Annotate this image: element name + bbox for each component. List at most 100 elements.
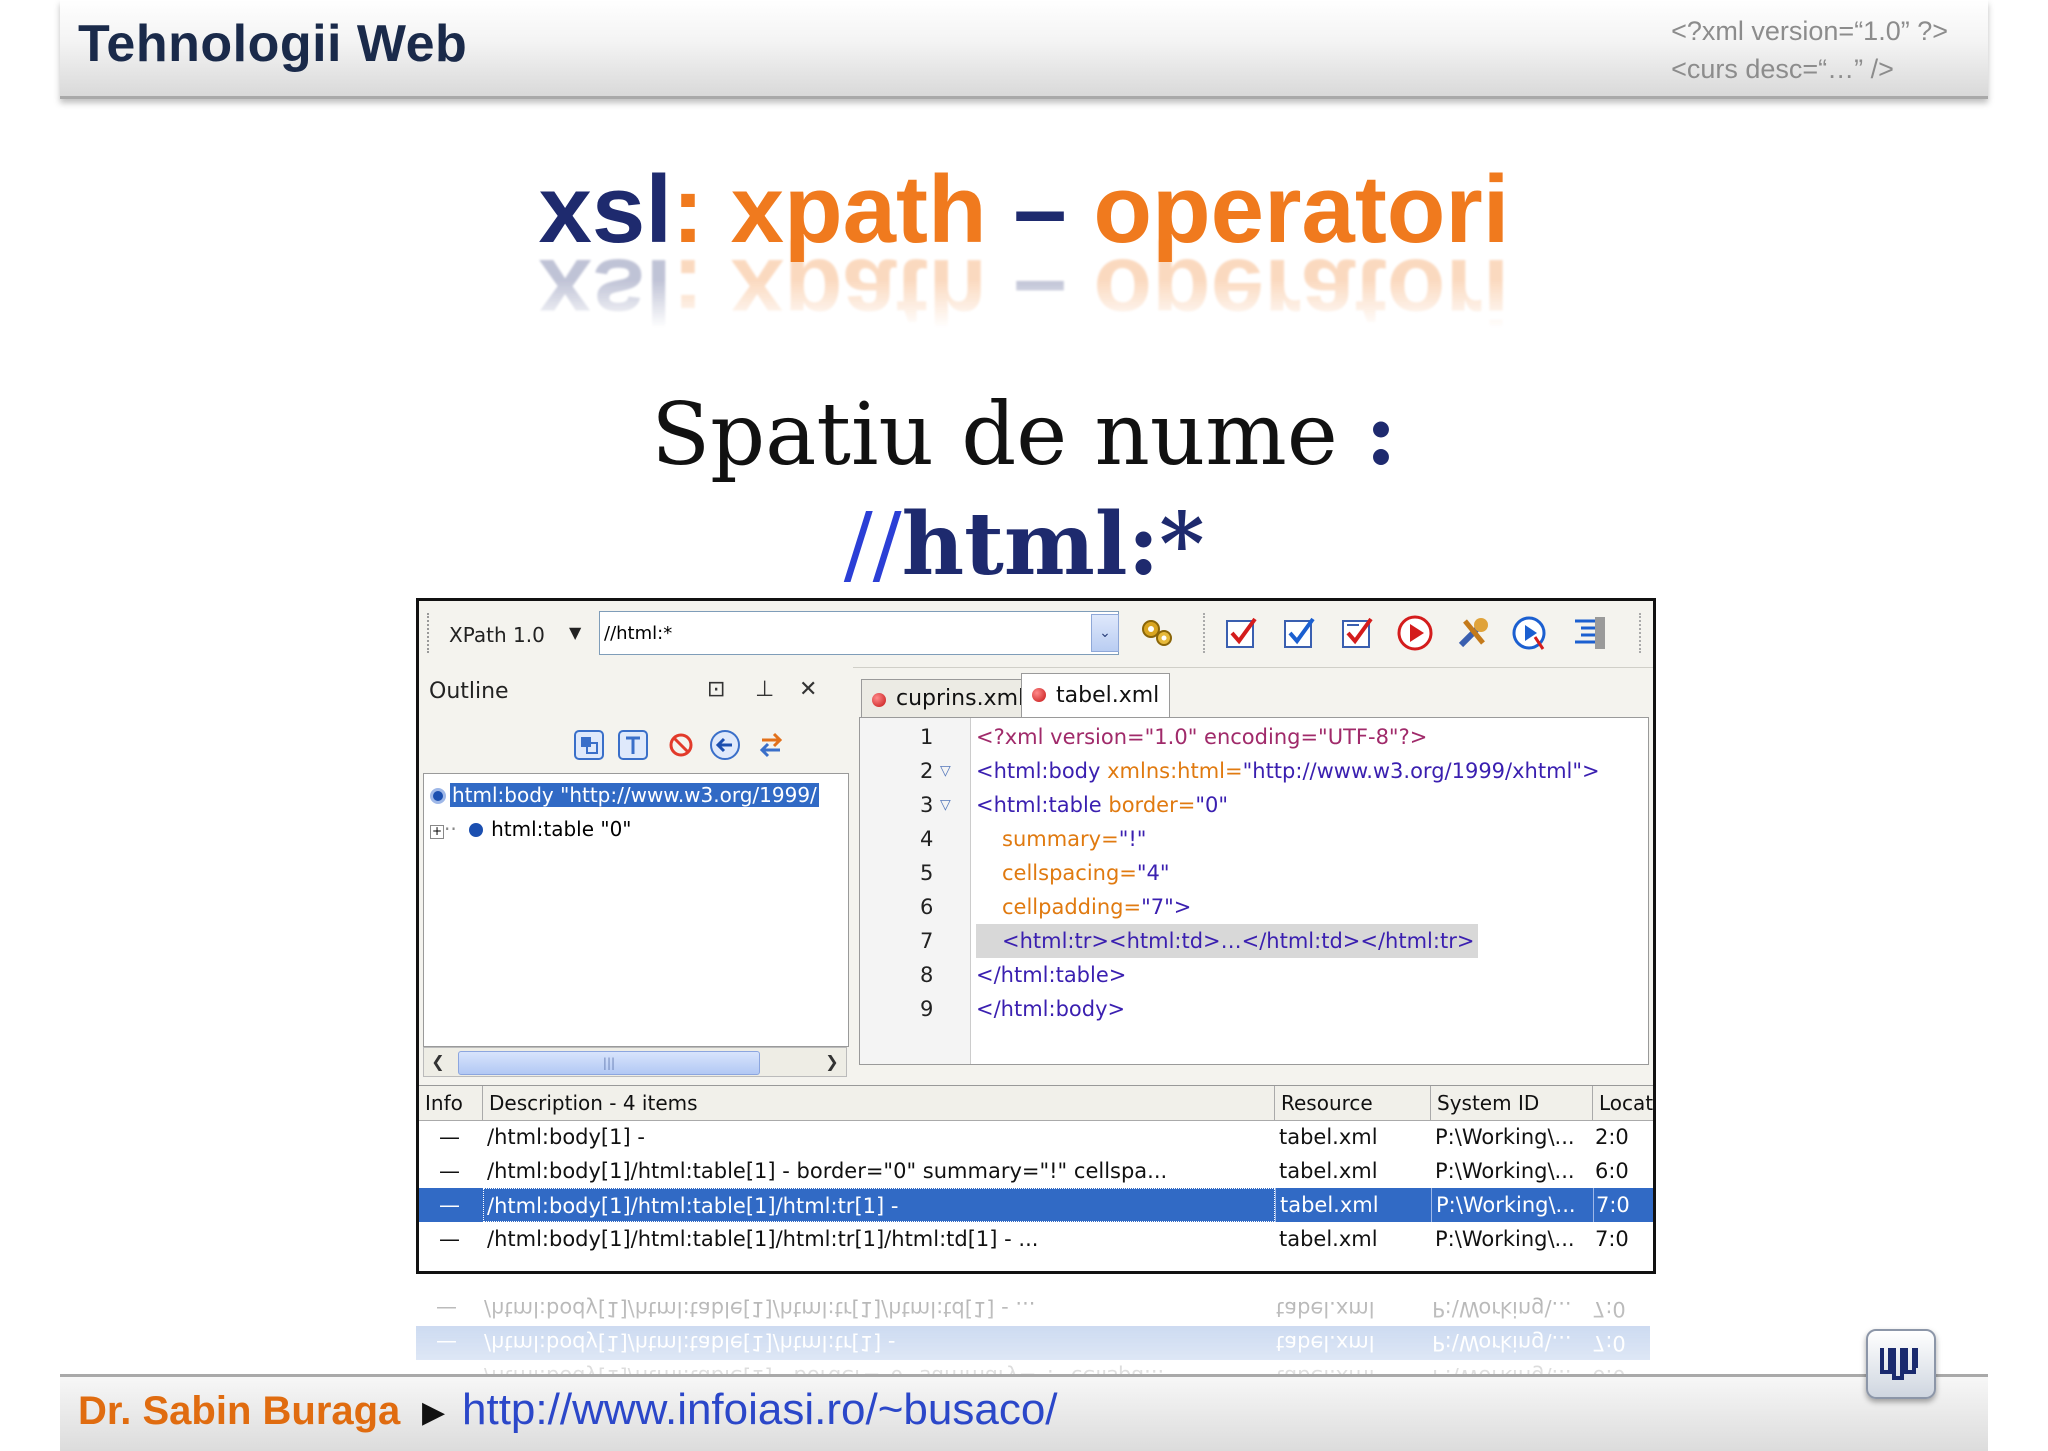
xml-file-icon <box>872 693 886 707</box>
line-number: 1 <box>920 725 934 749</box>
scroll-left-icon[interactable]: ❮ <box>426 1050 450 1074</box>
gears-icon[interactable] <box>1135 611 1179 655</box>
cell-location: 7:0 <box>1595 1227 1629 1251</box>
code-line: 2 ▽ <html:body xmlns:html="http://www.w3… <box>860 754 1640 788</box>
tools-icon[interactable] <box>1451 611 1495 655</box>
cell-location: 7:0 <box>1593 1188 1630 1222</box>
format-icon[interactable] <box>1565 611 1609 655</box>
code-value: "0" <box>1195 793 1228 817</box>
info-icon: — <box>439 1125 460 1149</box>
restore-icon[interactable]: ⊡ <box>707 677 725 702</box>
expand-icon[interactable]: + <box>430 825 444 839</box>
code-text: <?xml version="1.0" encoding="UTF-8"?> <box>976 725 1428 749</box>
column-location[interactable]: Location <box>1593 1086 1653 1120</box>
slide-footer: Dr. Sabin Buraga ▶ http://www.infoiasi.r… <box>60 1329 1988 1451</box>
table-row-selected[interactable]: — /html:body[1]/html:table[1]/html:tr[1]… <box>419 1188 1653 1222</box>
column-description[interactable]: Description - 4 items <box>483 1086 1275 1120</box>
tree-item-html-body[interactable]: html:body "http://www.w3.org/1999/ <box>430 780 819 810</box>
code-editor[interactable]: 1 <?xml version="1.0" encoding="UTF-8"?>… <box>859 717 1649 1065</box>
pin-icon[interactable]: ⊥ <box>755 677 774 702</box>
table-row[interactable]: — /html:body[1]/html:table[1] - border="… <box>419 1154 1653 1188</box>
tab-tabel-xml[interactable]: tabel.xml <box>1021 673 1171 717</box>
xml-file-icon <box>1032 688 1046 702</box>
column-system-id[interactable]: System ID <box>1431 1086 1593 1120</box>
xpath-expression: //html:* <box>0 490 2048 600</box>
code-line: 4 summary="!" <box>860 822 1640 856</box>
code-line: 1 <?xml version="1.0" encoding="UTF-8"?> <box>860 720 1640 754</box>
show-text-icon[interactable] <box>615 725 651 765</box>
code-line: 5 cellspacing="4" <box>860 856 1640 890</box>
line-number: 5 <box>920 861 934 885</box>
header-meta: <?xml version=“1.0” ?> <curs desc=“…” /> <box>1671 12 1948 88</box>
run-icon[interactable] <box>1393 611 1437 655</box>
cell-resource: tabel.xml <box>1279 1159 1378 1183</box>
outline-panel: Outline ⊡ ⊥ ✕ html:body "http://www.w3.o… <box>419 667 853 1079</box>
code-tag: <html:body <box>976 759 1101 783</box>
show-attributes-icon[interactable] <box>571 725 607 765</box>
code-attr: summary= <box>1002 827 1119 851</box>
close-icon[interactable]: ✕ <box>799 677 817 702</box>
code-line: 9 </html:body> <box>860 992 1640 1026</box>
expr-slashes: // <box>843 495 902 595</box>
xpath-input[interactable] <box>599 611 1119 655</box>
check-list-icon[interactable] <box>1335 611 1379 655</box>
validate-check-icon[interactable] <box>1219 611 1263 655</box>
sync-arrows-icon[interactable] <box>753 725 789 765</box>
cell-system-id: P:\Working\... <box>1435 1125 1575 1149</box>
cell-description: /html:body[1]/html:table[1] - border="0"… <box>487 1159 1168 1183</box>
tab-label: cuprins.xml <box>896 686 1025 711</box>
code-value: "7"> <box>1141 895 1192 919</box>
tab-cuprins-xml[interactable]: cuprins.xml <box>861 679 1036 717</box>
info-icon: — <box>439 1193 460 1217</box>
slide-title-reflection: xsl: xpath – operatori <box>538 239 1510 346</box>
xpath-history-dropdown[interactable]: ⌄ <box>1091 614 1119 652</box>
chevron-down-icon[interactable]: ▼ <box>569 623 581 642</box>
slide-header: Tehnologii Web <?xml version=“1.0” ?> <c… <box>60 0 1988 99</box>
info-icon: — <box>439 1159 460 1183</box>
editor-tabs: cuprins.xml tabel.xml <box>859 673 1653 717</box>
check-icon[interactable] <box>1277 611 1321 655</box>
cell-resource: tabel.xml <box>1279 1125 1378 1149</box>
column-resource[interactable]: Resource <box>1275 1086 1431 1120</box>
code-attr: border= <box>1101 793 1196 817</box>
code-attr: cellpadding= <box>1002 895 1142 919</box>
code-attr: cellspacing= <box>1002 861 1137 885</box>
cell-system-id: P:\Working\... <box>1435 1159 1575 1183</box>
fold-toggle-icon[interactable]: ▽ <box>940 754 951 788</box>
outline-horizontal-scrollbar[interactable]: ❮ ||| ❯ <box>423 1047 847 1077</box>
stop-icon[interactable] <box>663 725 699 765</box>
debug-icon[interactable] <box>1509 611 1553 655</box>
subtitle-text: Spatiu de nume <box>651 385 1338 485</box>
table-row[interactable]: — /html:body[1]/html:table[1]/html:tr[1]… <box>419 1222 1653 1256</box>
column-info[interactable]: Info <box>419 1086 483 1120</box>
outline-title: Outline <box>429 679 509 704</box>
info-icon: — <box>439 1227 460 1251</box>
fold-toggle-icon[interactable]: ▽ <box>940 788 951 822</box>
code-value: "4" <box>1136 861 1170 885</box>
code-value: "!" <box>1118 827 1147 851</box>
line-number: 8 <box>920 963 934 987</box>
code-tag: <html:table <box>976 793 1102 817</box>
cell-location: 2:0 <box>1595 1125 1629 1149</box>
xpath-version-select[interactable]: XPath 1.0 <box>449 623 545 647</box>
cell-resource: tabel.xml <box>1279 1227 1378 1251</box>
line-number: 4 <box>920 827 934 851</box>
folded-code-line: <html:tr><html:td>…</html:td></html:tr> <box>976 924 1479 958</box>
table-row[interactable]: — /html:body[1] - tabel.xml P:\Working\.… <box>419 1120 1653 1154</box>
outline-tree: html:body "http://www.w3.org/1999/ +·· h… <box>423 773 849 1047</box>
back-arrow-icon[interactable] <box>707 725 743 765</box>
toolbar-grip[interactable] <box>427 613 433 653</box>
tree-item-html-table[interactable]: +·· html:table "0" <box>430 814 632 844</box>
cell-system-id: P:\Working\... <box>1431 1188 1593 1222</box>
expr-rest: html:* <box>901 494 1205 595</box>
results-header: Info Description - 4 items Resource Syst… <box>419 1086 1653 1121</box>
tab-label: tabel.xml <box>1056 683 1160 708</box>
author-name: Dr. Sabin Buraga <box>78 1389 401 1433</box>
scroll-right-icon[interactable]: ❯ <box>820 1050 844 1074</box>
line-number: 7 <box>920 929 934 953</box>
course-url-link[interactable]: http://www.infoiasi.ro/~busaco/ <box>462 1385 1058 1435</box>
scrollbar-thumb[interactable]: ||| <box>458 1051 760 1075</box>
code-value: "http://www.w3.org/1999/xhtml"> <box>1242 759 1600 783</box>
cell-description: /html:body[1] - <box>487 1125 645 1149</box>
cell-system-id: P:\Working\... <box>1435 1227 1575 1251</box>
